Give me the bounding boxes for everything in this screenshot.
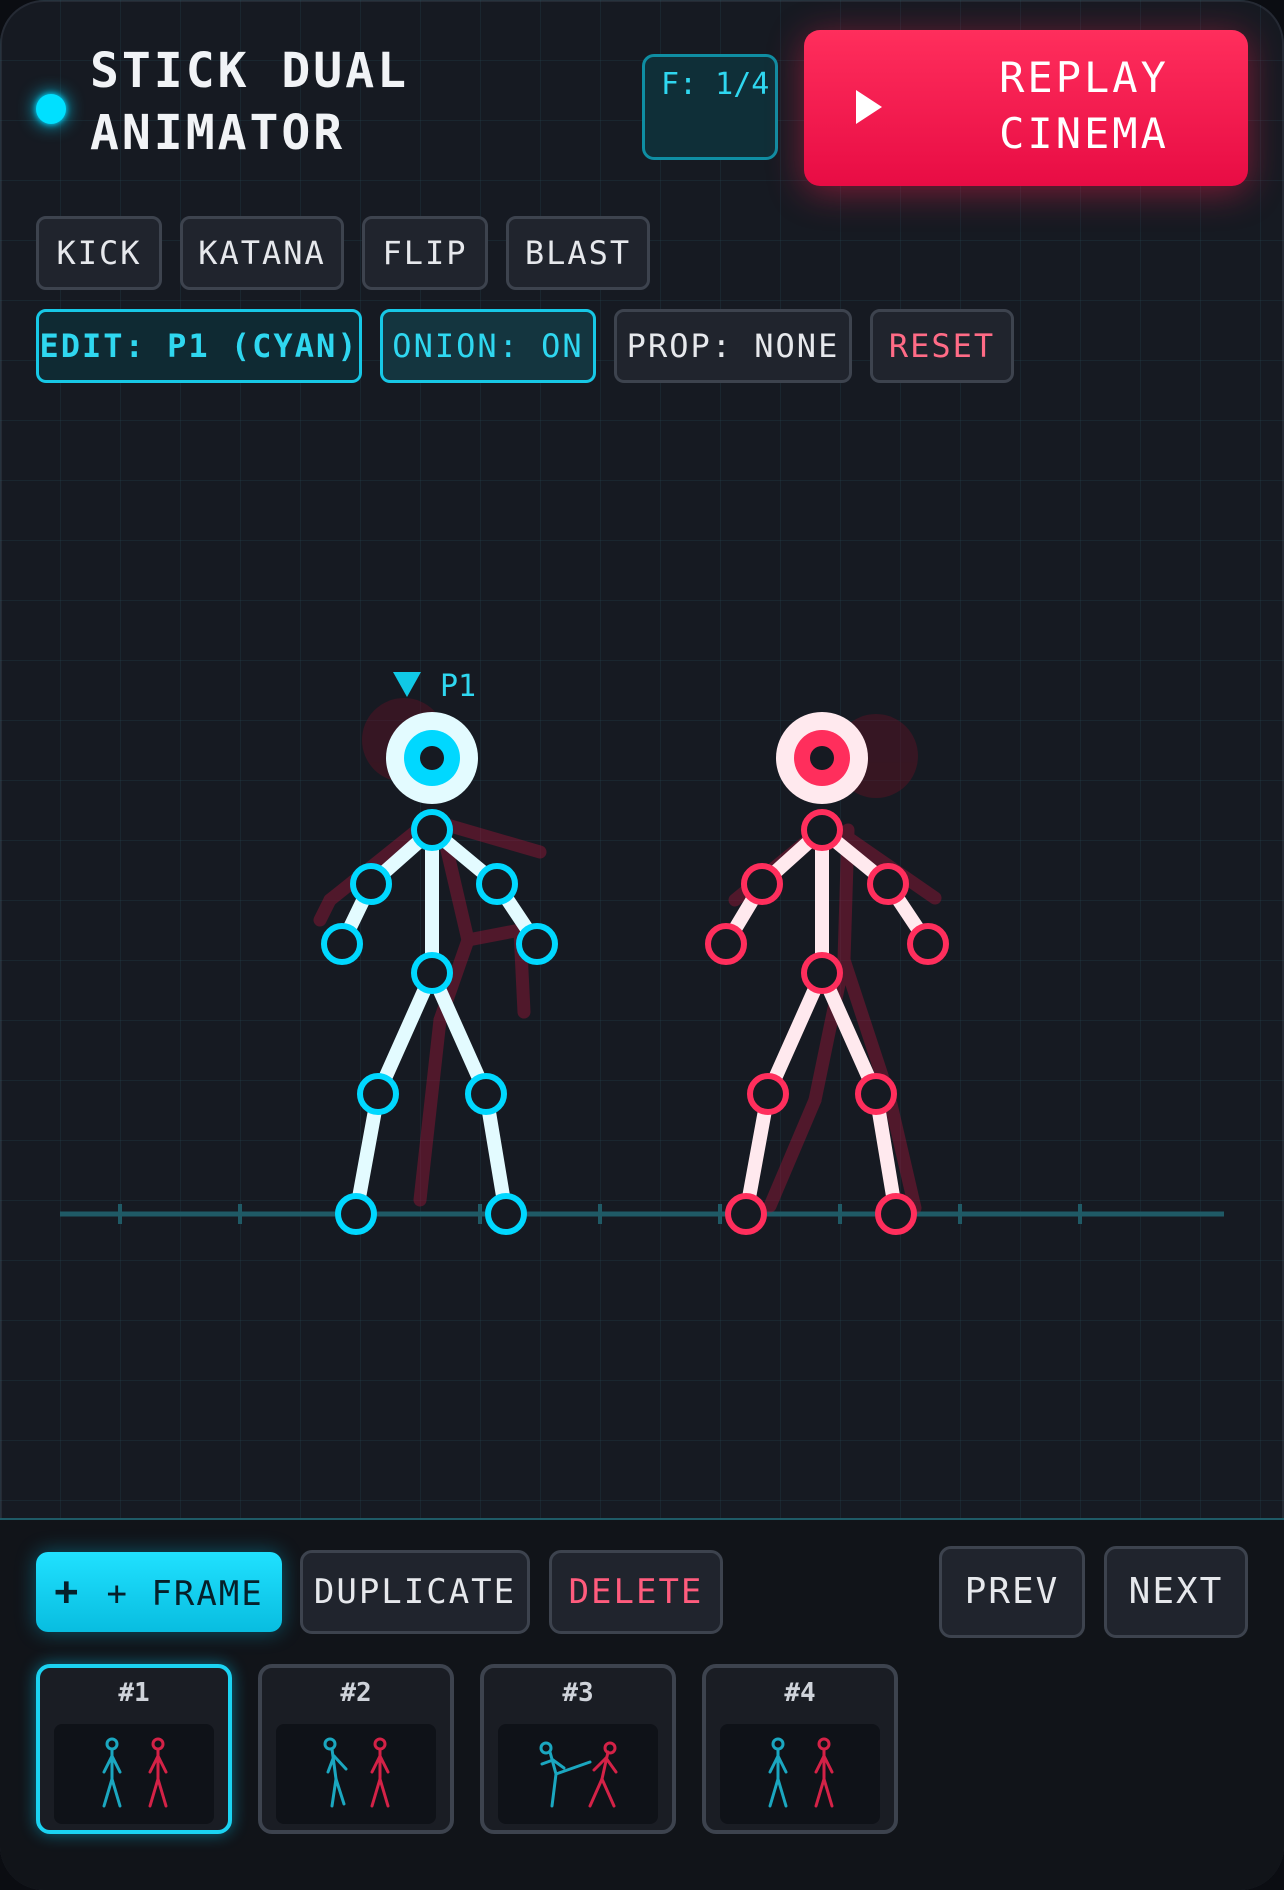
frame-preview xyxy=(54,1724,214,1824)
frame-thumbnail[interactable]: #1 xyxy=(36,1664,232,1834)
play-icon xyxy=(856,90,882,124)
frame-counter: F: 1/4 xyxy=(642,54,778,160)
animation-stage[interactable]: P1 xyxy=(0,400,1284,1520)
move-katana-button[interactable]: KATANA xyxy=(180,216,344,290)
frame-preview xyxy=(276,1724,436,1824)
app-title: STICK DUAL ANIMATOR xyxy=(90,43,409,161)
frame-number: #4 xyxy=(784,1678,816,1708)
status-dot-icon xyxy=(36,94,66,124)
stage-canvas: P1 xyxy=(60,669,1224,1235)
reset-button[interactable]: RESET xyxy=(870,309,1014,383)
onion-skin-toggle[interactable]: ONION: ON xyxy=(380,309,596,383)
replay-cinema-label: REPLAY CINEMA xyxy=(999,53,1169,158)
frame-preview xyxy=(720,1724,880,1824)
active-player-marker-icon xyxy=(393,672,421,697)
frame-number: #3 xyxy=(562,1678,594,1708)
next-frame-button[interactable]: NEXT xyxy=(1104,1546,1248,1638)
frame-thumbnail[interactable]: #4 xyxy=(702,1664,898,1834)
move-flip-button[interactable]: FLIP xyxy=(362,216,488,290)
fighter-p2[interactable] xyxy=(705,712,949,1235)
prop-selector[interactable]: PROP: NONE xyxy=(614,309,852,383)
top-bar: STICK DUAL ANIMATOR F: 1/4 REPLAY CINEMA… xyxy=(0,0,1284,400)
frame-number: #2 xyxy=(340,1678,372,1708)
delete-button[interactable]: DELETE xyxy=(549,1550,723,1634)
add-frame-button[interactable]: + + FRAME xyxy=(36,1552,282,1632)
prev-frame-button[interactable]: PREV xyxy=(939,1546,1085,1638)
move-kick-button[interactable]: KICK xyxy=(36,216,162,290)
add-frame-label: + FRAME xyxy=(106,1574,264,1614)
replay-cinema-button[interactable]: REPLAY CINEMA xyxy=(804,30,1248,186)
move-blast-button[interactable]: BLAST xyxy=(506,216,650,290)
frame-number: #1 xyxy=(118,1678,150,1708)
edit-player-toggle[interactable]: EDIT: P1 (CYAN) xyxy=(36,309,362,383)
frame-preview xyxy=(498,1724,658,1824)
plus-icon: + xyxy=(54,1569,107,1615)
frame-thumbnail[interactable]: #2 xyxy=(258,1664,454,1834)
app-window: STICK DUAL ANIMATOR F: 1/4 REPLAY CINEMA… xyxy=(0,0,1284,1890)
duplicate-button[interactable]: DUPLICATE xyxy=(300,1550,530,1634)
frame-thumbnail[interactable]: #3 xyxy=(480,1664,676,1834)
active-player-label: P1 xyxy=(440,669,476,704)
